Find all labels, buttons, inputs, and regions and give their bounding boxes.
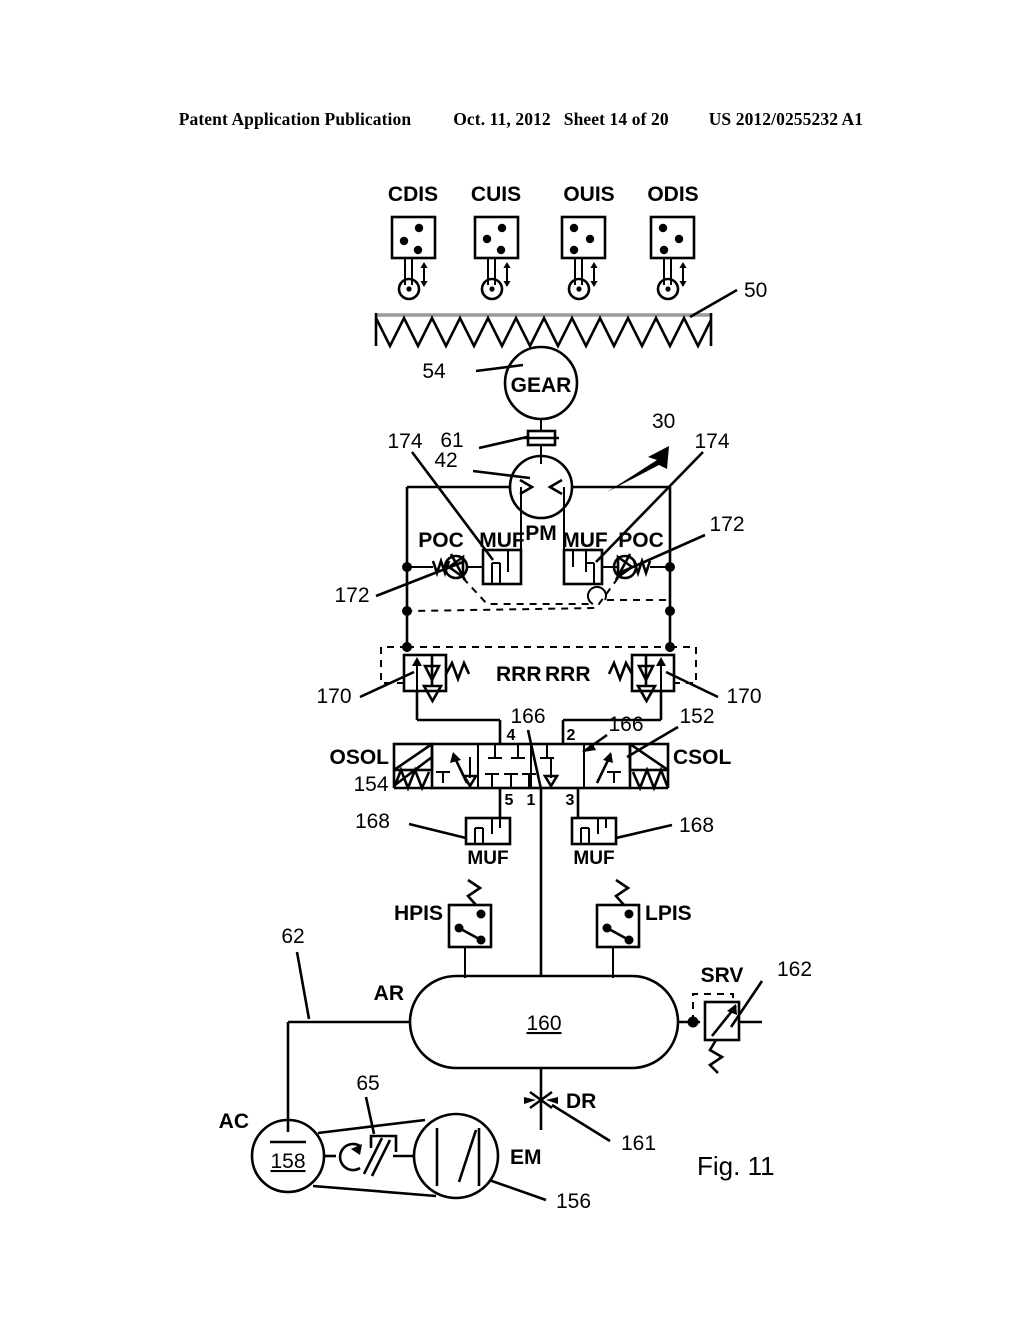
poc-valve-left[interactable] <box>407 553 483 581</box>
sensor-label-odis: ODIS <box>647 183 698 206</box>
muf-label-top-right: MUF <box>562 529 608 552</box>
ref-170-right: 170 <box>726 685 761 708</box>
muffler-top-right[interactable] <box>562 548 604 586</box>
port-1: 1 <box>527 792 536 809</box>
ref-174-left: 174 <box>387 430 422 453</box>
ref-54: 54 <box>422 360 446 383</box>
ref-170-left: 170 <box>316 685 351 708</box>
ref-168-right: 168 <box>679 814 714 837</box>
ref-leader-168-right: 168 <box>615 814 714 840</box>
ref-158: 158 <box>270 1150 305 1173</box>
ref-leader-168-left: 168 <box>355 810 467 840</box>
sensor-group: CDIS CUIS OUIS ODIS <box>388 183 699 301</box>
patent-figure-page: Patent Application Publication Oct. 11, 2… <box>0 0 1024 1320</box>
gear-label: GEAR <box>511 374 572 397</box>
sensor-label-ouis: OUIS <box>563 183 614 206</box>
directional-valve-152[interactable] <box>392 742 670 792</box>
ref-166-right: 166 <box>608 713 643 736</box>
sensor-cuis[interactable] <box>473 215 520 301</box>
sensor-label-cdis: CDIS <box>388 183 438 206</box>
pilot-lines <box>407 577 670 648</box>
rrr-valve-left[interactable]: RRR <box>380 646 542 745</box>
osol-label: OSOL <box>329 746 389 769</box>
ref-172-right: 172 <box>709 513 744 536</box>
ref-162: 162 <box>777 958 812 981</box>
ref-leader-170-right: 170 <box>665 670 762 708</box>
figure-11-schematic: CDIS CUIS OUIS ODIS 50 GEAR 54 61 30 PM … <box>219 183 812 1213</box>
muf-label-bottom-right: MUF <box>573 848 614 869</box>
muf-label-top-left: MUF <box>479 529 525 552</box>
junction-dot <box>665 606 675 616</box>
muf-label-bottom-left: MUF <box>467 848 508 869</box>
sensor-odis[interactable] <box>649 215 696 301</box>
muffler-bottom-right[interactable]: MUF <box>570 816 618 869</box>
poc-label-left: POC <box>418 529 464 552</box>
ac-label: AC <box>219 1110 249 1133</box>
ref-174-right: 174 <box>694 430 729 453</box>
ref-166-top: 166 <box>510 705 545 728</box>
system-ref-arrow: 30 <box>607 410 675 492</box>
ref-42: 42 <box>434 449 457 472</box>
ref-65: 65 <box>356 1072 379 1095</box>
sensor-label-cuis: CUIS <box>471 183 521 206</box>
ref-172-left: 172 <box>334 584 369 607</box>
ar-label: AR <box>374 982 404 1005</box>
ref-leader-170-left: 170 <box>316 670 415 708</box>
drain-dr[interactable]: DR <box>524 1068 596 1130</box>
dr-label: DR <box>566 1090 596 1113</box>
ref-leader-62: 62 <box>281 925 311 1020</box>
ref-160: 160 <box>526 1012 561 1035</box>
air-reservoir-160: 160 AR <box>374 974 680 1070</box>
gear-assembly: GEAR 54 <box>422 345 579 431</box>
rrr-label-right: RRR <box>545 663 591 686</box>
ref-50: 50 <box>744 279 767 302</box>
hpis-label: HPIS <box>394 902 443 925</box>
rrr-label-left: RRR <box>496 663 542 686</box>
pressure-switch-lpis[interactable]: LPIS <box>595 878 692 978</box>
muffler-bottom-left[interactable]: MUF <box>464 816 512 869</box>
sensor-cdis[interactable] <box>390 215 437 301</box>
junction-dot <box>402 606 412 616</box>
sensor-ouis[interactable] <box>560 215 607 301</box>
coupling-assembly: 61 <box>440 429 559 464</box>
ref-30: 30 <box>652 410 675 433</box>
electric-motor-em: EM <box>412 1112 542 1200</box>
ref-154: 154 <box>353 773 388 796</box>
rack-assembly: 50 <box>374 279 767 349</box>
port-2: 2 <box>567 727 576 744</box>
ref-161: 161 <box>621 1132 656 1155</box>
ref-156: 156 <box>556 1190 591 1213</box>
pressure-switch-hpis[interactable]: HPIS <box>394 878 493 978</box>
pm-label: PM <box>525 522 557 545</box>
air-compressor-ac: 158 AC <box>219 1110 326 1194</box>
port-4: 4 <box>507 727 516 744</box>
safety-relief-valve-srv[interactable]: SRV <box>678 964 762 1074</box>
srv-label: SRV <box>701 964 744 987</box>
ref-168-left: 168 <box>355 810 390 833</box>
port-5: 5 <box>505 792 514 809</box>
figure-caption: Fig. 11 <box>697 1151 775 1181</box>
ref-152: 152 <box>679 705 714 728</box>
lpis-label: LPIS <box>645 902 692 925</box>
em-label: EM <box>510 1146 542 1169</box>
port-3: 3 <box>566 792 575 809</box>
csol-label: CSOL <box>673 746 732 769</box>
ref-62: 62 <box>281 925 304 948</box>
ref-leader-156: 156 <box>488 1178 591 1213</box>
